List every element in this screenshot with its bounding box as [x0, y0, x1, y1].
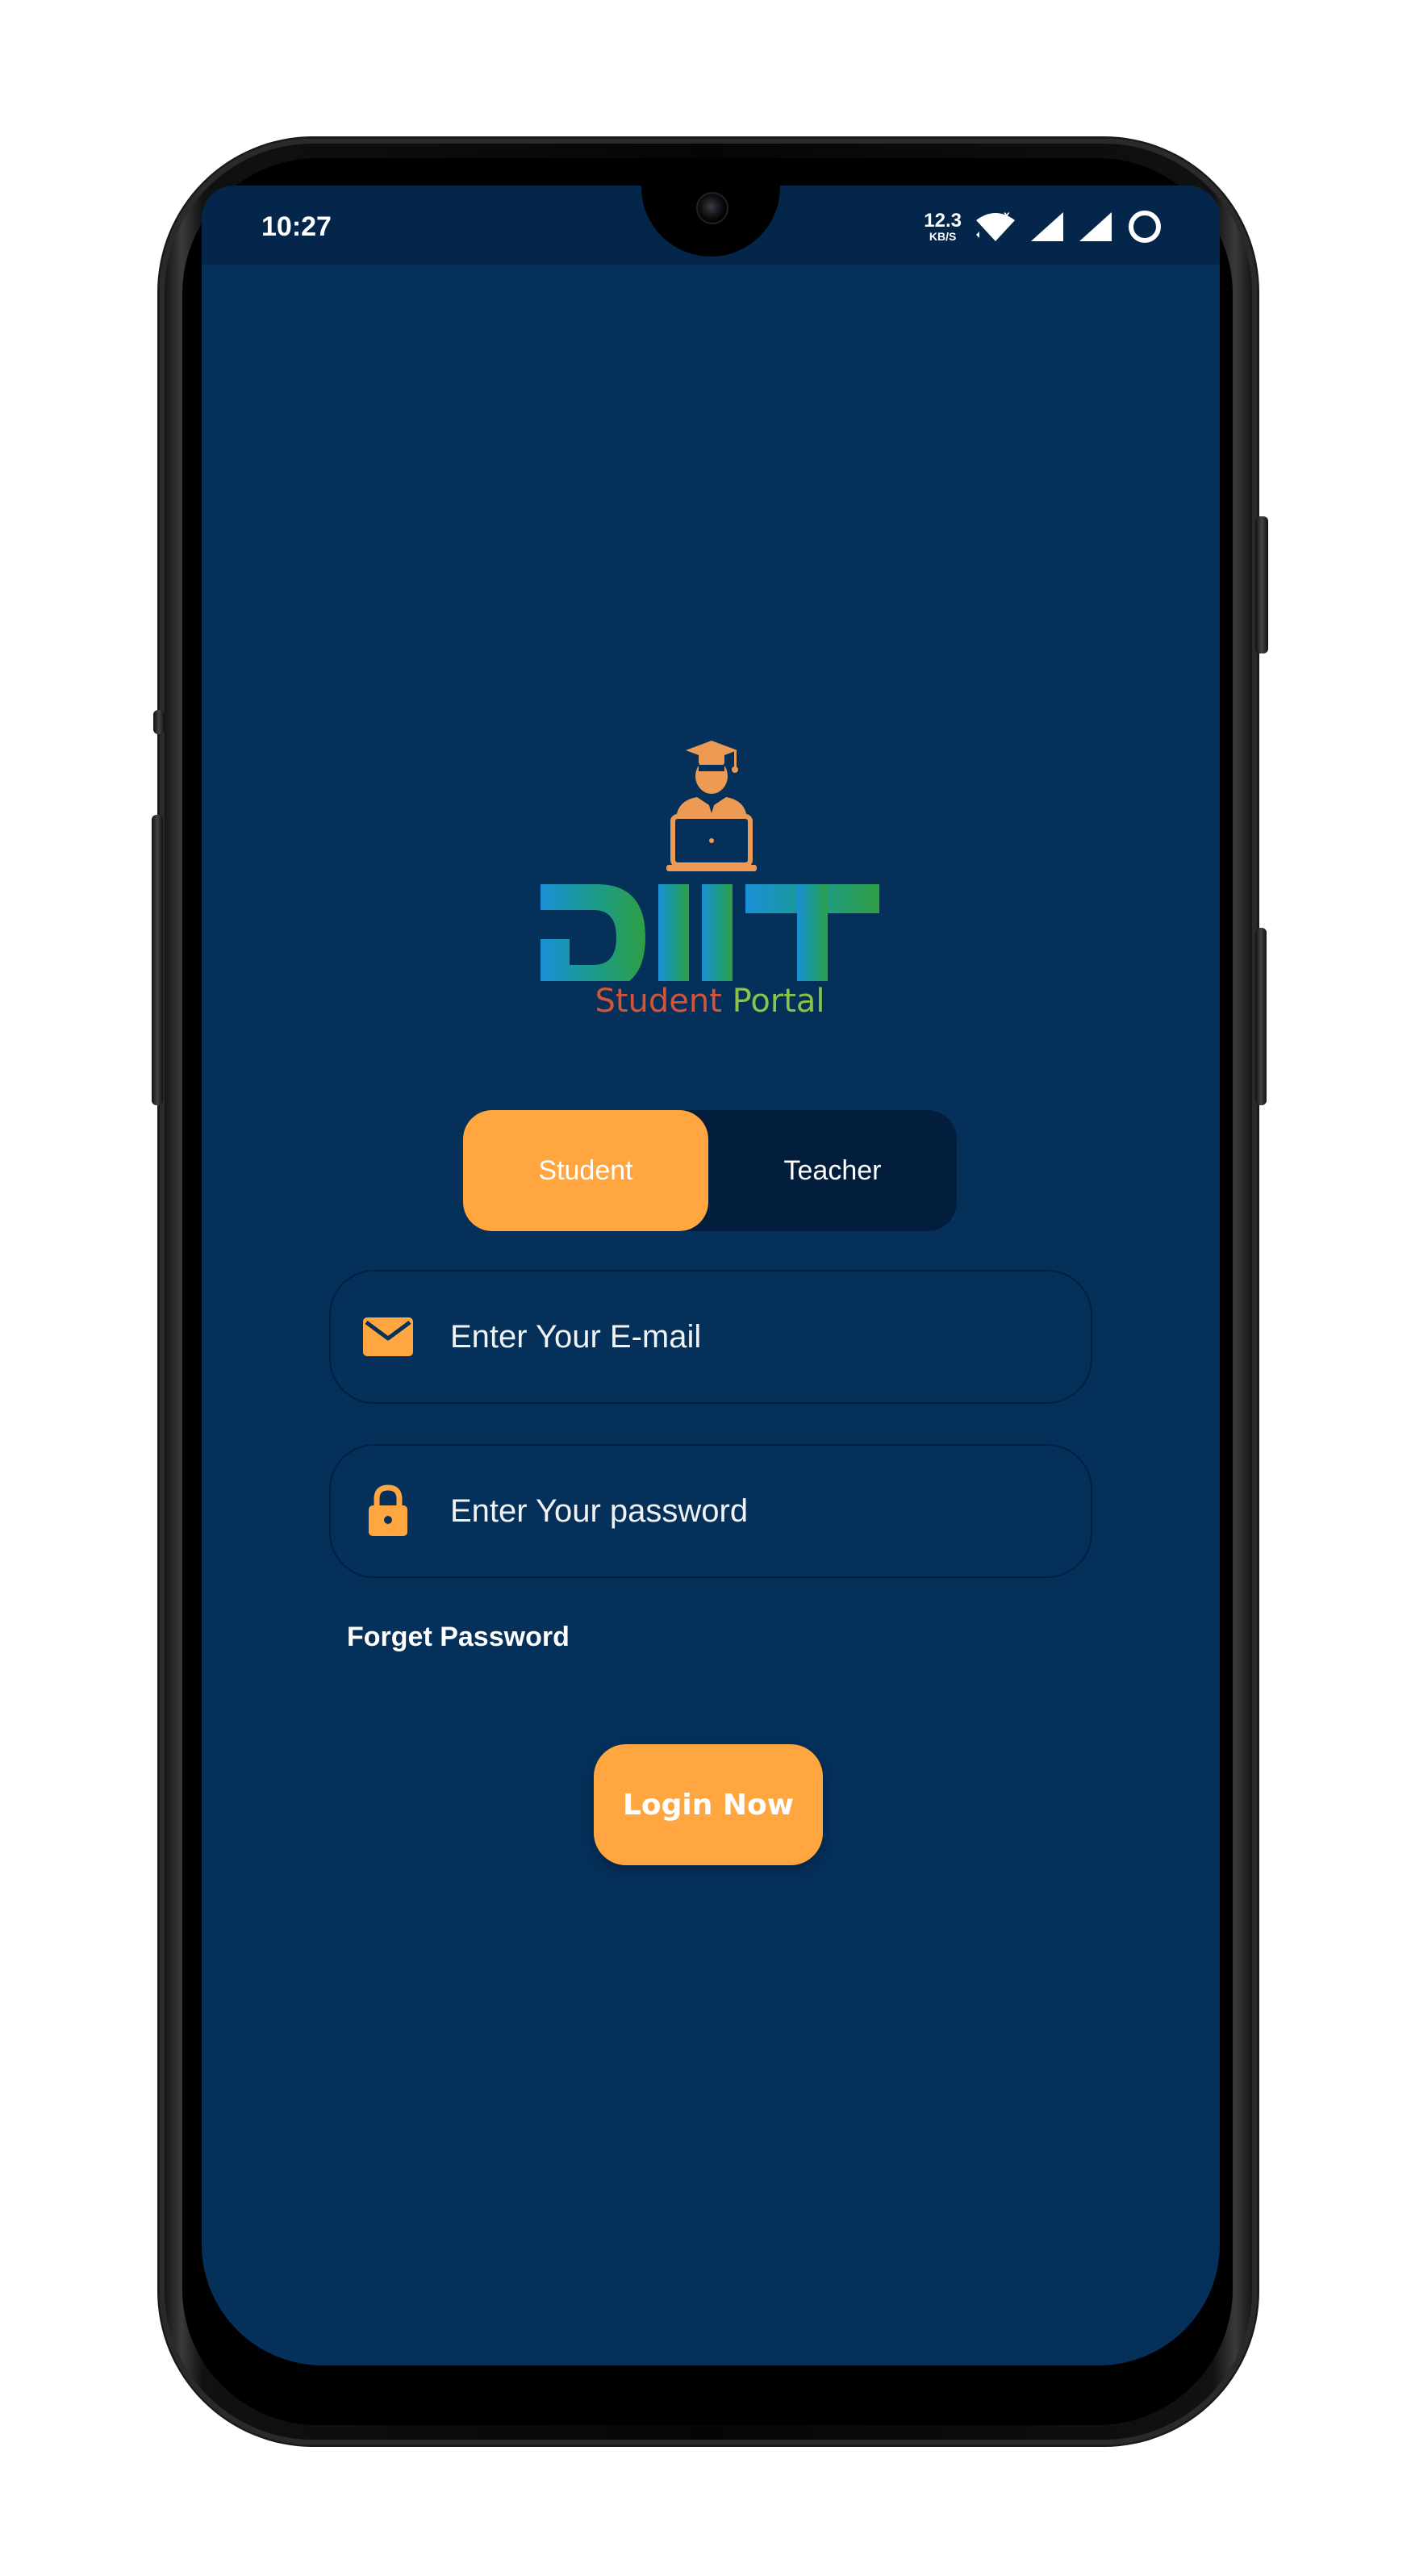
logo-tagline: Student Portal	[541, 983, 879, 1020]
tab-teacher[interactable]: Teacher	[708, 1110, 957, 1231]
signal-icon	[1078, 211, 1113, 243]
app-screen: 10:27 12.3 KB/S x Student Portal Student…	[202, 186, 1220, 2365]
email-field[interactable]	[329, 1270, 1092, 1404]
network-speed: 12.3 KB/S	[924, 210, 962, 243]
graduate-laptop-icon	[541, 741, 879, 991]
network-speed-value: 12.3	[924, 210, 962, 232]
battery-ring-icon	[1126, 208, 1163, 245]
network-speed-unit: KB/S	[929, 230, 957, 243]
logo-tagline-portal: Portal	[732, 983, 825, 1020]
forget-password-link[interactable]: Forget Password	[347, 1622, 570, 1653]
signal-icon	[1029, 211, 1065, 243]
phone-volume-button	[152, 815, 163, 1105]
login-button[interactable]: Login Now	[594, 1744, 823, 1865]
front-camera-icon	[696, 192, 728, 224]
password-field[interactable]	[329, 1444, 1092, 1578]
lock-icon	[361, 1484, 415, 1538]
status-time: 10:27	[261, 211, 332, 242]
camera-notch	[641, 186, 780, 257]
phone-side-button	[1255, 928, 1267, 1105]
password-input[interactable]	[449, 1479, 1091, 1543]
app-logo: Student Portal	[541, 723, 879, 1020]
status-bar: 10:27 12.3 KB/S x	[202, 186, 1220, 265]
wifi-icon: x	[975, 211, 1016, 243]
logo-tagline-student: Student	[595, 983, 733, 1020]
email-input[interactable]	[449, 1305, 1091, 1369]
phone-side-button	[153, 710, 165, 734]
svg-text:x: x	[1004, 211, 1010, 221]
tab-student[interactable]: Student	[463, 1110, 708, 1231]
status-icons: 12.3 KB/S x	[924, 207, 1163, 247]
role-toggle: Student Teacher	[463, 1110, 957, 1231]
phone-power-button	[1255, 516, 1268, 653]
envelope-icon	[361, 1310, 415, 1363]
